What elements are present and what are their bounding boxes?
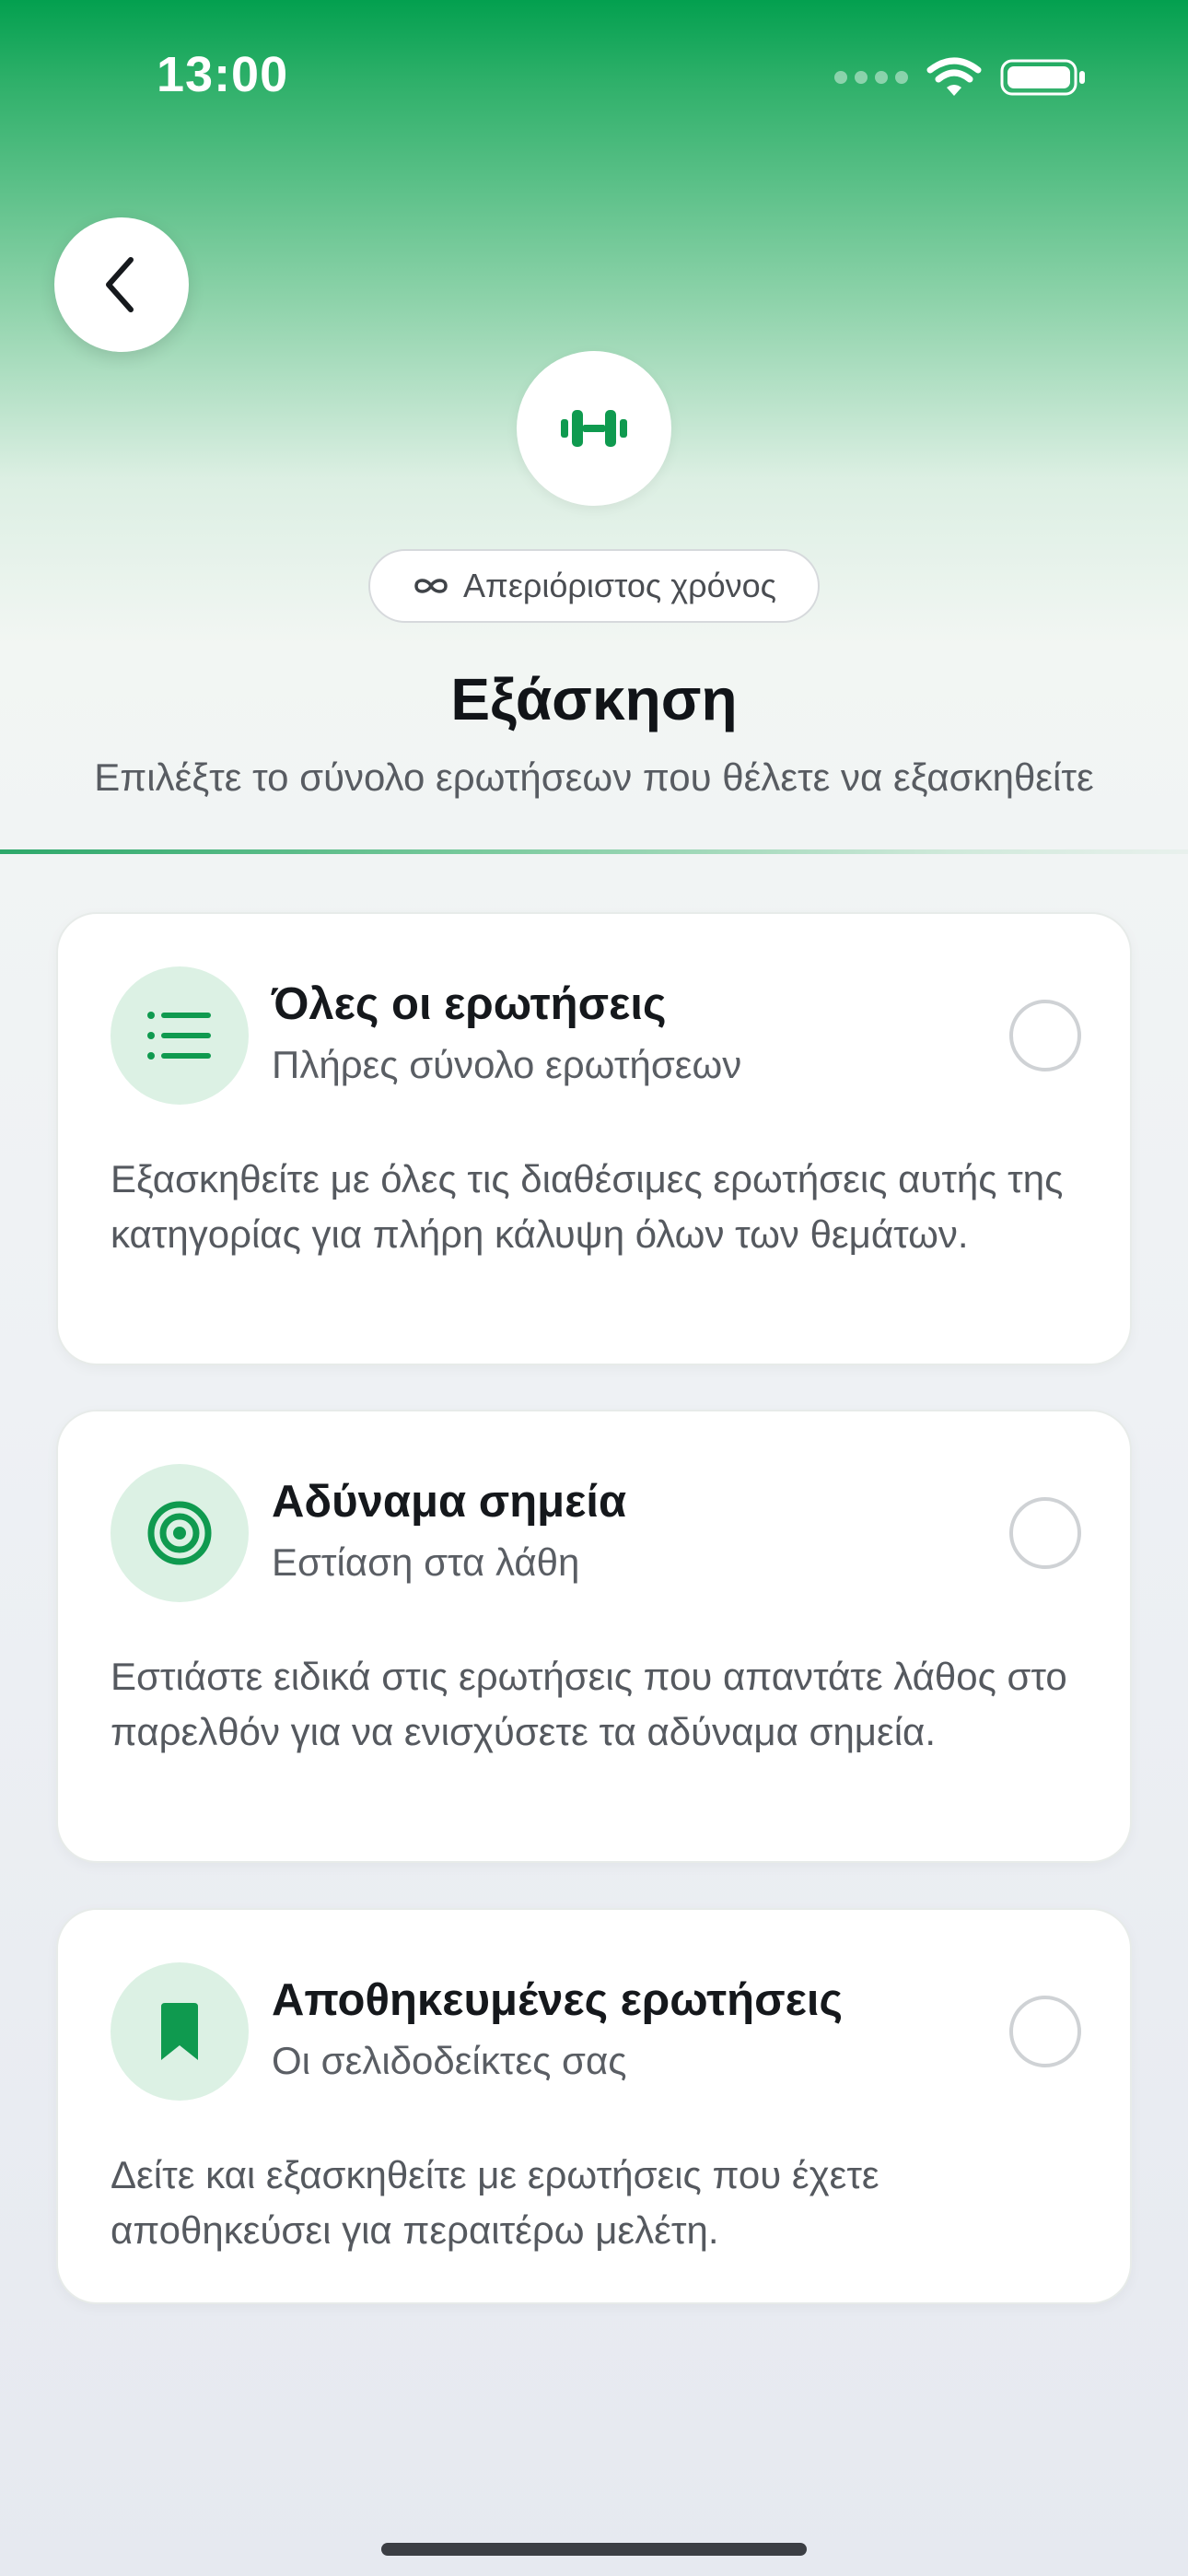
option-subtitle: Πλήρες σύνολο ερωτήσεων: [272, 1043, 742, 1086]
option-description: Εξασκηθείτε με όλες τις διαθέσιμες ερωτή…: [111, 1157, 1064, 1256]
time-limit-label: Απεριόριστος χρόνος: [463, 567, 776, 604]
option-icon-badge: [111, 1464, 249, 1602]
option-card-weak-points[interactable]: Αδύναμα σημεία Εστίαση στα λάθη Εστιάστε…: [56, 1410, 1132, 1863]
list-icon: [147, 1012, 211, 1060]
option-title: Αδύναμα σημεία: [272, 1477, 627, 1527]
dumbbell-icon: [561, 410, 627, 447]
status-bar: 13:00: [0, 0, 1188, 157]
option-radio[interactable]: [1009, 1000, 1081, 1071]
wifi-icon: [926, 57, 982, 96]
home-indicator[interactable]: [381, 2543, 807, 2556]
option-description: Δείτε και εξασκηθείτε με ερωτήσεις που έ…: [111, 2153, 879, 2252]
page-subtitle: Επιλέξτε το σύνολο ερωτήσεων που θέλετε …: [94, 755, 1094, 799]
target-icon: [147, 1501, 212, 1565]
page-title: Εξάσκηση: [450, 666, 738, 732]
status-time: 13:00: [157, 47, 289, 102]
bookmark-icon: [161, 2003, 198, 2060]
option-subtitle: Οι σελιδοδείκτες σας: [272, 2039, 627, 2082]
hero-dumbbell-badge: [517, 351, 671, 506]
option-description: Εστιάστε ειδικά στις ερωτήσεις που απαντ…: [111, 1655, 1067, 1753]
status-icons: [834, 57, 1087, 98]
option-icon-badge: [111, 966, 249, 1105]
battery-icon: [1000, 59, 1085, 96]
signal-dots-icon: [834, 71, 908, 84]
option-radio[interactable]: [1009, 1996, 1081, 2067]
back-button[interactable]: [54, 217, 189, 352]
option-card-saved-questions[interactable]: Αποθηκευμένες ερωτήσεις Οι σελιδοδείκτες…: [56, 1908, 1132, 2304]
option-title: Όλες οι ερωτήσεις: [272, 979, 667, 1029]
option-title: Αποθηκευμένες ερωτήσεις: [272, 1975, 843, 2025]
option-card-all-questions[interactable]: Όλες οι ερωτήσεις Πλήρες σύνολο ερωτήσεω…: [56, 912, 1132, 1365]
infinity-icon: [414, 579, 448, 593]
option-icon-badge: [111, 1962, 249, 2101]
time-limit-badge: Απεριόριστος χρόνος: [368, 549, 820, 623]
chevron-left-icon: [106, 257, 134, 312]
header-divider: [0, 849, 1188, 854]
option-subtitle: Εστίαση στα λάθη: [272, 1540, 580, 1584]
option-radio[interactable]: [1009, 1497, 1081, 1569]
